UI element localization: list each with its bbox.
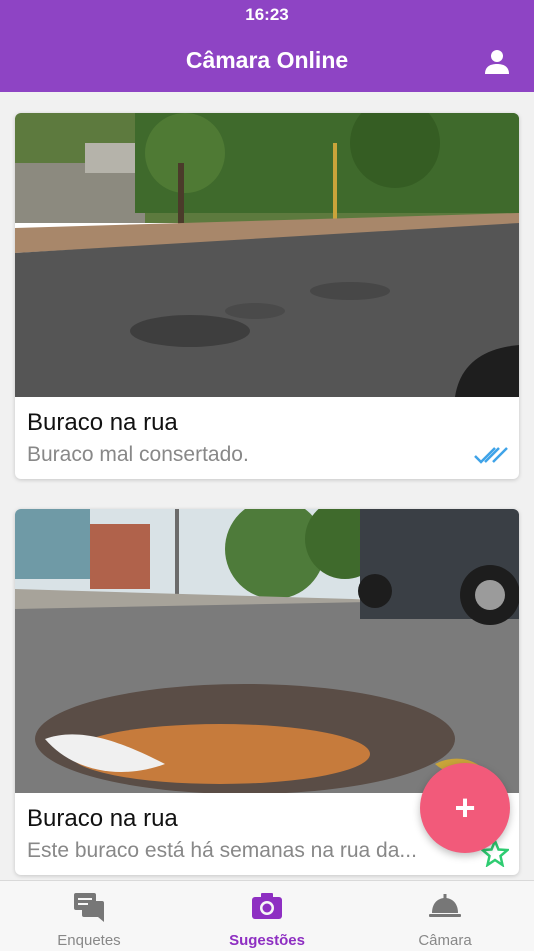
tab-label: Enquetes bbox=[57, 932, 121, 949]
camera-icon bbox=[252, 893, 282, 919]
tab-sugestoes[interactable]: Sugestões bbox=[178, 881, 356, 951]
plus-icon: + bbox=[454, 787, 476, 828]
page-title: Câmara Online bbox=[185, 47, 349, 73]
card-title: Buraco na rua bbox=[27, 409, 178, 436]
app-header: Câmara Online bbox=[0, 30, 534, 92]
tab-enquetes[interactable]: Enquetes bbox=[0, 881, 178, 951]
status-bar: 16:23 bbox=[0, 0, 534, 30]
tab-label: Câmara bbox=[418, 932, 472, 949]
add-suggestion-button[interactable]: + bbox=[420, 763, 510, 853]
person-icon bbox=[485, 50, 509, 74]
tab-camara[interactable]: Câmara bbox=[356, 881, 534, 951]
tab-label: Sugestões bbox=[229, 932, 305, 949]
suggestion-card[interactable]: Buraco na rua Buraco mal consertado. bbox=[15, 113, 519, 479]
status-time: 16:23 bbox=[245, 5, 289, 24]
chat-icon bbox=[74, 893, 104, 922]
bottom-tab-bar: Enquetes Sugestões Câmara bbox=[0, 880, 534, 951]
card-description: Buraco mal consertado. bbox=[27, 443, 249, 466]
profile-button[interactable] bbox=[478, 42, 516, 80]
pothole-photo bbox=[15, 113, 519, 397]
dome-icon bbox=[429, 894, 461, 917]
card-description: Este buraco está há semanas na rua da... bbox=[27, 839, 417, 862]
card-title: Buraco na rua bbox=[27, 805, 178, 832]
double-check-icon bbox=[474, 447, 508, 464]
pothole-photo bbox=[15, 509, 519, 793]
